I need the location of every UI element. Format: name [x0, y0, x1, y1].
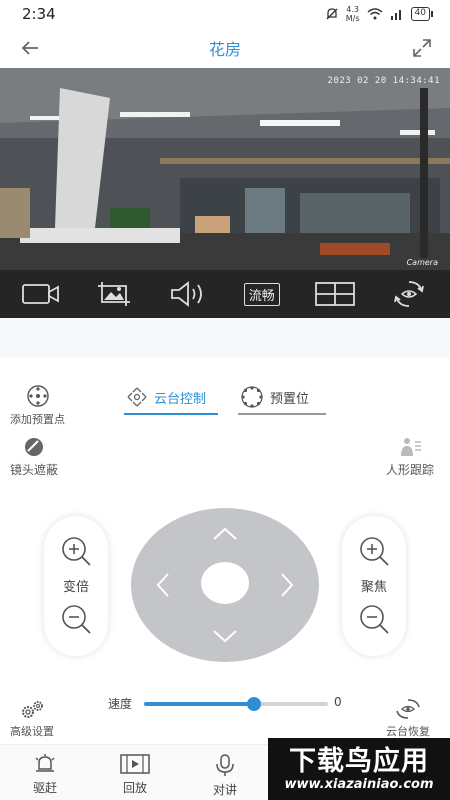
- restore-view-icon: [396, 699, 420, 719]
- network-speed-unit: M/s: [345, 14, 360, 23]
- pan-left-button[interactable]: [149, 571, 177, 599]
- speed-slider-fill: [144, 702, 254, 706]
- video-toolbar: 流畅: [0, 270, 450, 318]
- tab-presets-underline: [238, 413, 326, 415]
- fullscreen-icon[interactable]: [410, 36, 434, 60]
- divider-band: [0, 318, 450, 358]
- advanced-settings-button[interactable]: 高级设置: [10, 700, 54, 739]
- nav-deter[interactable]: 驱赶: [15, 753, 75, 796]
- focus-out-icon[interactable]: [357, 602, 391, 636]
- status-time: 2:34: [22, 5, 56, 23]
- split-view-button[interactable]: [313, 278, 357, 310]
- ptz-direction-icon: [127, 387, 147, 407]
- video-timestamp: 2023 02 20 14:34:41: [327, 76, 440, 86]
- ptz-direction-pad: [131, 508, 319, 662]
- gears-icon: [22, 701, 43, 718]
- network-speed-value: 4.3: [346, 5, 360, 14]
- wifi-icon: [367, 8, 383, 20]
- lens-mask-icon: [25, 438, 43, 456]
- zoom-label: 变倍: [62, 579, 89, 595]
- speed-slider[interactable]: [144, 697, 328, 711]
- stream-quality-label: 流畅: [243, 282, 280, 306]
- chevron-up-icon: [213, 527, 237, 540]
- ptz-restore-button[interactable]: 云台恢复: [386, 698, 430, 739]
- speed-value: 0: [334, 695, 342, 709]
- video-scene: [0, 68, 450, 270]
- rotate-view-icon: [394, 281, 424, 307]
- chevron-down-icon: [213, 630, 237, 643]
- speed-slider-row: 速度 0: [108, 695, 348, 713]
- tab-ptz-underline: [124, 413, 218, 415]
- tab-ptz-control-label: 云台控制: [154, 391, 207, 407]
- nav-intercom[interactable]: 对讲: [195, 753, 255, 798]
- add-preset-label: 添加预置点: [10, 413, 65, 426]
- human-tracking-icon: [401, 438, 421, 456]
- watermark-title: 下载鸟应用: [289, 745, 429, 777]
- status-icons: 4.3 M/s 40: [325, 5, 434, 23]
- signal-icon: [390, 10, 401, 20]
- advanced-settings-label: 高级设置: [10, 725, 54, 738]
- speed-slider-thumb[interactable]: [247, 697, 261, 711]
- nav-playback[interactable]: 回放: [105, 753, 165, 796]
- network-speed: 4.3 M/s: [346, 5, 360, 23]
- nav-intercom-label: 对讲: [212, 783, 237, 797]
- speed-label: 速度: [108, 697, 133, 711]
- film-icon: [120, 754, 150, 774]
- lens-mask-button[interactable]: 镜头遮蔽: [10, 436, 58, 478]
- preset-dots-icon: [26, 385, 49, 407]
- watermark-url: www.xiazainiao.com: [284, 776, 434, 792]
- tab-presets[interactable]: 预置位: [240, 380, 309, 414]
- preset-ring-icon: [241, 386, 263, 408]
- stream-quality-button[interactable]: 流畅: [240, 278, 284, 310]
- focus-control: 聚焦: [342, 516, 406, 656]
- speaker-icon: [171, 281, 203, 307]
- ptz-restore-label: 云台恢复: [386, 725, 430, 738]
- pan-up-button[interactable]: [211, 520, 239, 548]
- lens-mask-label: 镜头遮蔽: [10, 463, 59, 477]
- ptz-center-button[interactable]: [201, 562, 249, 604]
- status-bar: 2:34 4.3 M/s 40: [0, 0, 450, 28]
- zoom-control: 变倍: [44, 516, 108, 656]
- zoom-out-icon[interactable]: [59, 602, 93, 636]
- battery-indicator: 40: [410, 7, 434, 21]
- page-title: 花房: [208, 40, 241, 59]
- zoom-in-icon[interactable]: [59, 534, 93, 568]
- grid-icon: [315, 282, 356, 306]
- video-camera-icon: [21, 284, 59, 304]
- header: 花房: [0, 28, 450, 68]
- camera-video-feed[interactable]: 2023 02 20 14:34:41 Camera: [0, 68, 450, 270]
- pan-right-button[interactable]: [273, 571, 301, 599]
- nav-playback-label: 回放: [122, 781, 147, 795]
- human-tracking-button[interactable]: 人形跟踪: [386, 436, 434, 478]
- watermark-logo: 下载鸟应用 www.xiazainiao.com: [268, 738, 450, 800]
- add-preset-button[interactable]: 添加预置点: [10, 384, 65, 427]
- audio-button[interactable]: [166, 278, 210, 310]
- chevron-left-icon: [156, 573, 169, 597]
- tab-ptz-control[interactable]: 云台控制: [126, 380, 206, 414]
- image-icon: [98, 282, 131, 306]
- focus-in-icon[interactable]: [357, 534, 391, 568]
- snapshot-button[interactable]: [92, 278, 136, 310]
- mic-icon: [216, 754, 234, 776]
- pan-down-button[interactable]: [211, 622, 239, 650]
- mute-bell-icon: [326, 8, 338, 20]
- focus-label: 聚焦: [360, 579, 387, 595]
- back-arrow-icon[interactable]: [18, 36, 42, 60]
- flip-view-button[interactable]: [387, 278, 431, 310]
- nav-deter-label: 驱赶: [32, 781, 57, 795]
- tab-presets-label: 预置位: [270, 391, 310, 407]
- bell-icon: [35, 754, 55, 772]
- chevron-right-icon: [281, 573, 294, 597]
- record-button[interactable]: [19, 278, 63, 310]
- human-tracking-label: 人形跟踪: [386, 463, 435, 477]
- camera-label: Camera: [406, 258, 438, 267]
